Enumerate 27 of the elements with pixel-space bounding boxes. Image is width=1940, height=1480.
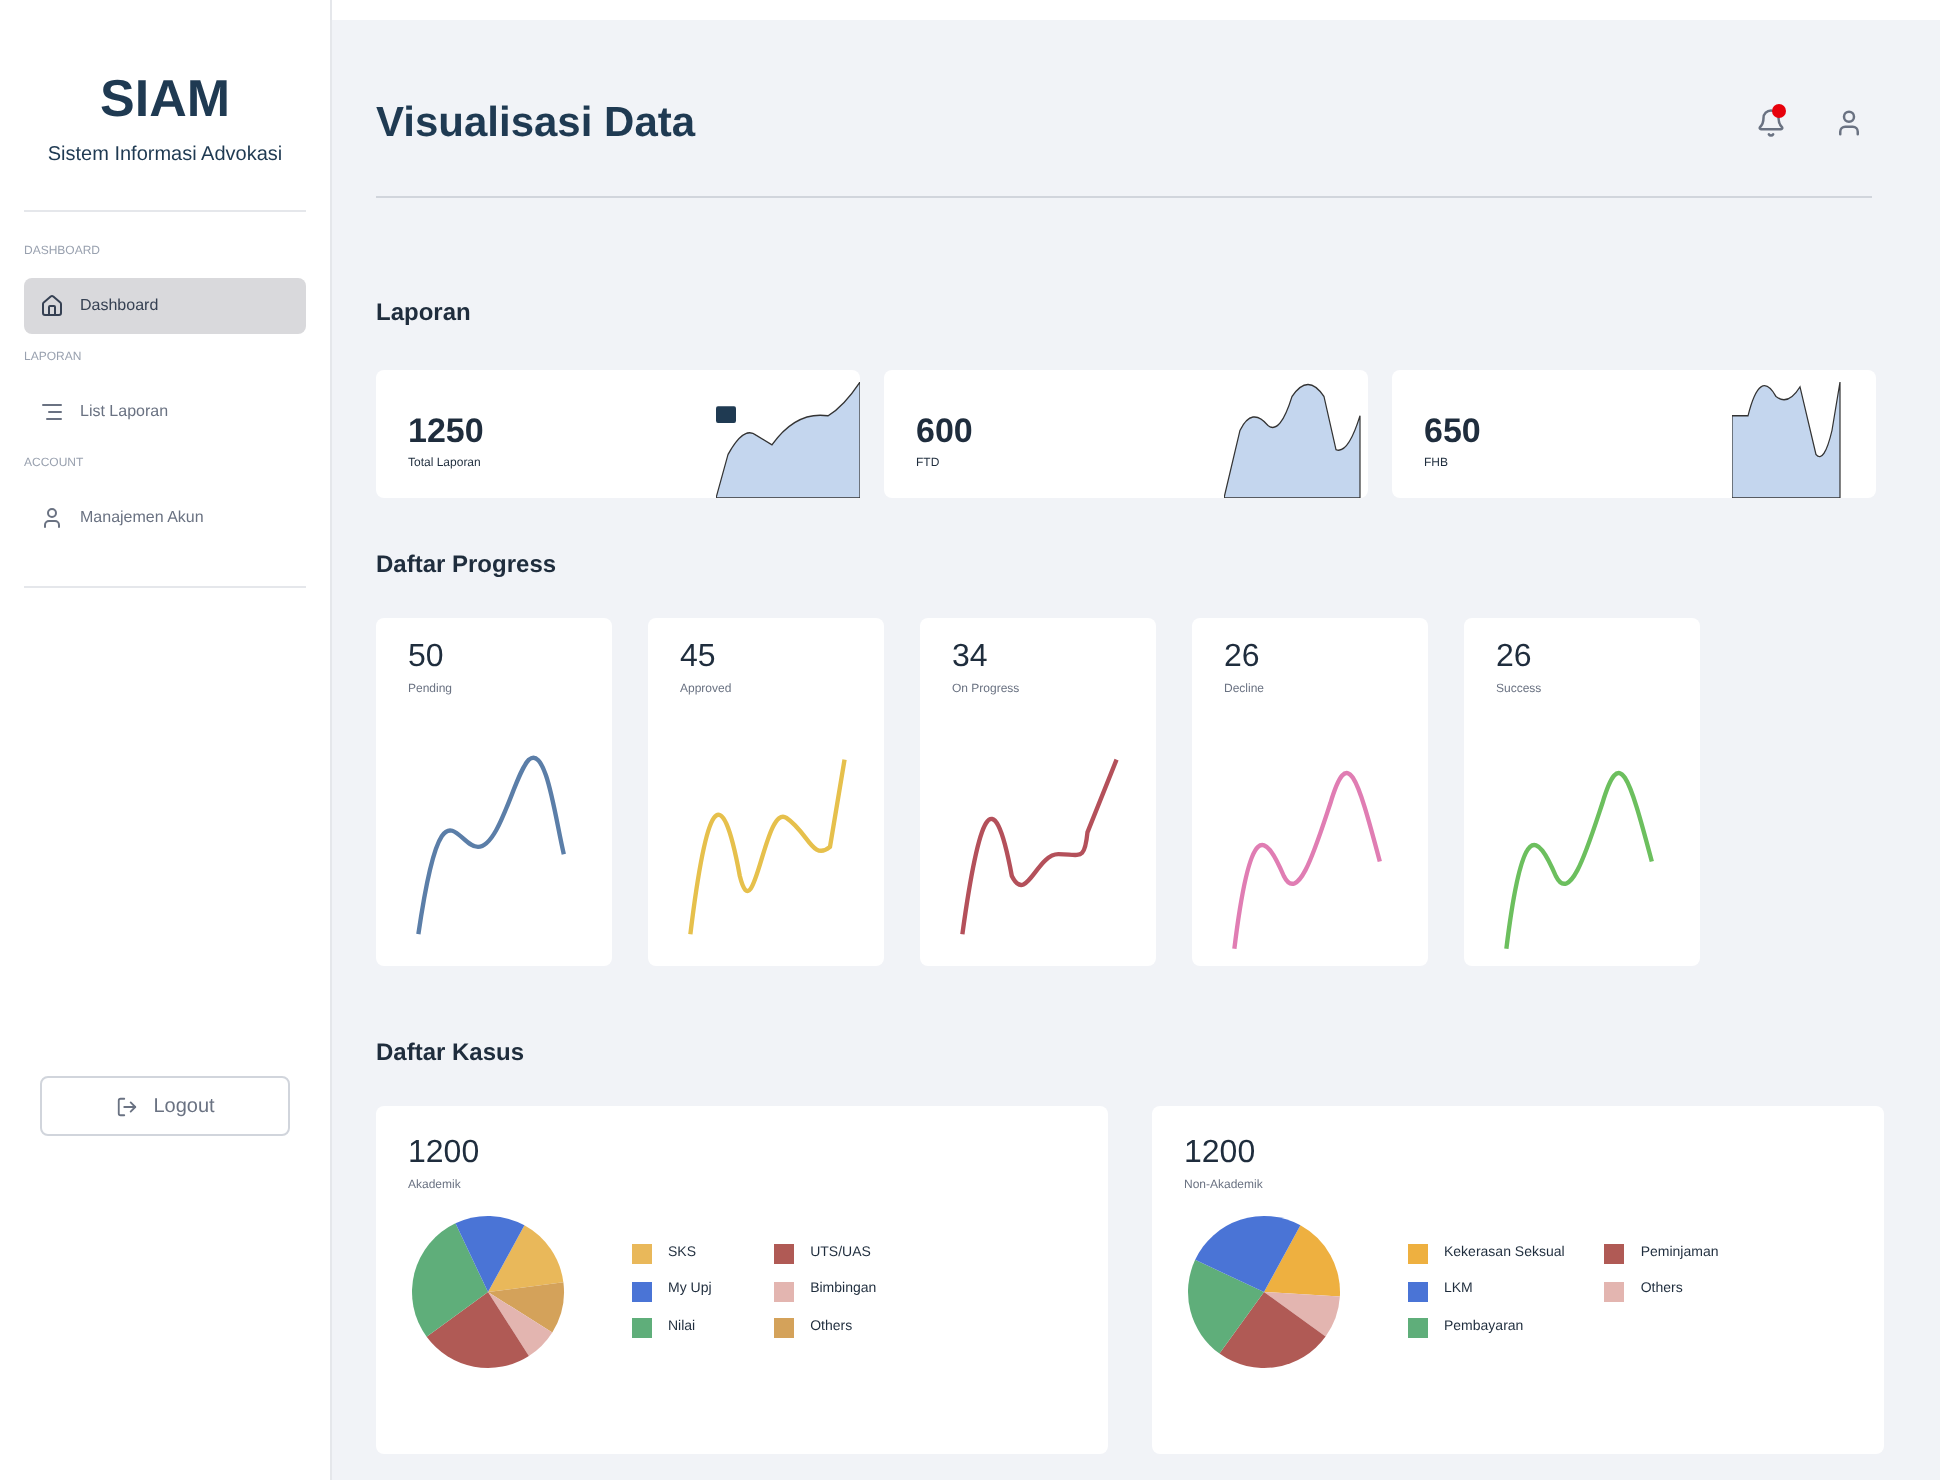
case-value: 1200 [408, 1137, 482, 1169]
sidebar-item[interactable]: Manajemen Akun [24, 490, 306, 546]
user-icon[interactable] [1834, 108, 1864, 139]
stat-value: 600 [916, 413, 973, 447]
progress-value: 26 [1496, 641, 1534, 673]
section-title: Laporan [376, 295, 473, 329]
sidebar-item[interactable]: List Laporan [24, 384, 306, 440]
case-value: 1200 [1184, 1137, 1258, 1169]
section-title: Daftar Kasus [376, 1035, 527, 1069]
progress-value: 34 [952, 641, 990, 673]
notification-button[interactable] [1756, 108, 1786, 139]
logout-icon [115, 1095, 138, 1117]
page-title: Visualisasi Data [376, 98, 696, 150]
logo: SIAM [98, 72, 232, 124]
app-subtitle: Sistem Informasi Advokasi [45, 142, 285, 170]
stat-value: 1250 [408, 413, 484, 447]
area-sparkline [716, 381, 860, 497]
home-icon [40, 294, 64, 318]
section-title: Daftar Progress [376, 547, 559, 581]
logout-button[interactable]: Logout [40, 1076, 290, 1136]
menu-icon [40, 400, 64, 424]
progress-value: 50 [408, 641, 446, 673]
progress-value: 45 [680, 641, 718, 673]
sidebar-item[interactable]: Dashboard [24, 278, 306, 334]
progress-value: 26 [1224, 641, 1262, 673]
stat-value: 650 [1424, 413, 1481, 447]
user-icon [40, 506, 64, 530]
